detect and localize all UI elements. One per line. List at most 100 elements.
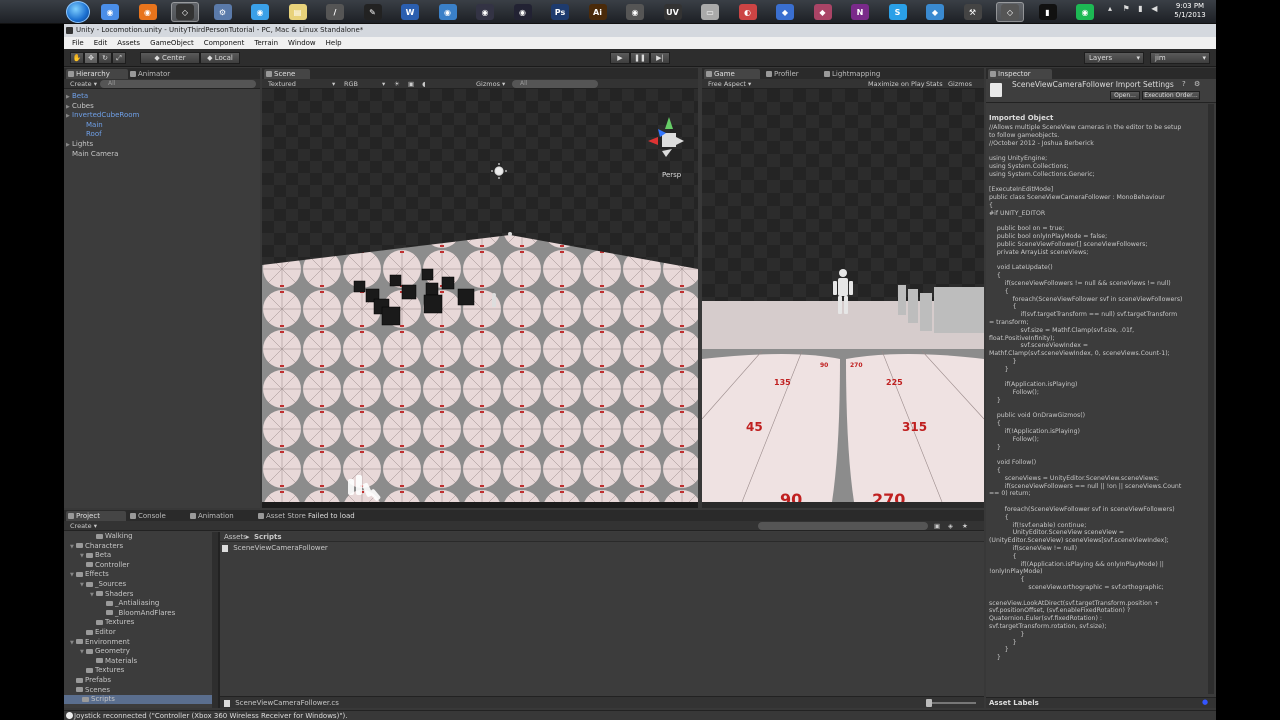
- hierarchy-item[interactable]: ▶ Beta: [66, 92, 88, 101]
- layout-dropdown[interactable]: jim ▾: [1150, 52, 1210, 64]
- rotate-tool-button[interactable]: ↻: [98, 52, 112, 64]
- spotify-icon[interactable]: ◉: [1071, 2, 1099, 22]
- start-button[interactable]: [66, 1, 90, 23]
- menu-edit[interactable]: Edit: [89, 37, 113, 49]
- project-folder-item[interactable]: ▼ _Sources: [80, 580, 126, 589]
- layers-dropdown[interactable]: Layers ▾: [1084, 52, 1144, 64]
- project-folder-item[interactable]: ▼ Characters: [70, 542, 123, 551]
- uv-icon[interactable]: UV: [659, 2, 687, 22]
- move-tool-button[interactable]: ✥: [84, 52, 98, 64]
- tab-lightmapping[interactable]: Lightmapping: [822, 69, 896, 79]
- image-toggle-icon[interactable]: ▣: [408, 79, 414, 89]
- lighting-toggle-icon[interactable]: ☀: [394, 79, 400, 89]
- pivot-center-button[interactable]: ◆ Center: [140, 52, 200, 64]
- render-mode-dropdown[interactable]: Textured ▾: [268, 79, 338, 89]
- monodevelop-icon[interactable]: ◉: [621, 2, 649, 22]
- photoshop-icon[interactable]: Ps: [546, 2, 574, 22]
- project-folder-item[interactable]: ▼ Environment: [70, 638, 130, 647]
- hierarchy-item[interactable]: ▶ Lights: [66, 140, 93, 149]
- project-folder-item[interactable]: Textures: [90, 618, 134, 627]
- step-button[interactable]: ▶|: [650, 52, 670, 64]
- system-tray[interactable]: ▴ ⚑ ▮ ◀: [1108, 4, 1168, 20]
- open-button[interactable]: Open...: [1110, 91, 1140, 100]
- menu-component[interactable]: Component: [199, 37, 250, 49]
- filter-type-icon[interactable]: ▣: [934, 521, 940, 531]
- stats-toggle[interactable]: Stats: [926, 79, 943, 89]
- color-mode-dropdown[interactable]: RGB ▾: [344, 79, 390, 89]
- purple-icon[interactable]: ◆: [809, 2, 837, 22]
- pivot-local-button[interactable]: ◆ Local: [200, 52, 240, 64]
- favorite-icon[interactable]: ★: [962, 521, 968, 531]
- unity-2-icon[interactable]: ◇: [996, 2, 1024, 22]
- hierarchy-item[interactable]: Roof: [80, 130, 102, 139]
- folder-icon[interactable]: ▤: [284, 2, 312, 22]
- hierarchy-item[interactable]: Main: [80, 121, 103, 130]
- help-icon[interactable]: ?: [1182, 80, 1186, 88]
- aspect-dropdown[interactable]: Free Aspect ▾: [708, 79, 751, 89]
- project-search-input[interactable]: [758, 522, 928, 530]
- volume-icon[interactable]: ◀: [1151, 4, 1157, 13]
- menu-help[interactable]: Help: [321, 37, 347, 49]
- taskbar-clock[interactable]: 9:03 PM 5/1/2013: [1168, 2, 1212, 20]
- tray-arrow-icon[interactable]: ▴: [1108, 4, 1112, 13]
- maximize-on-play-toggle[interactable]: Maximize on Play: [868, 79, 925, 89]
- menu-terrain[interactable]: Terrain: [249, 37, 283, 49]
- project-folder-item[interactable]: Editor: [80, 628, 116, 637]
- label-icon[interactable]: ●: [1202, 698, 1208, 706]
- tab-profiler[interactable]: Profiler: [764, 69, 822, 79]
- hierarchy-item[interactable]: Main Camera: [66, 150, 118, 159]
- breadcrumb-scripts[interactable]: Scripts: [254, 532, 282, 542]
- hierarchy-search-input[interactable]: All: [100, 80, 256, 88]
- hand-tool-button[interactable]: ✋: [70, 52, 84, 64]
- status-bar[interactable]: Joystick reconnected ("Controller (Xbox …: [64, 710, 1216, 720]
- cmd-icon[interactable]: ▮: [1034, 2, 1062, 22]
- project-folder-item[interactable]: Textures: [80, 666, 124, 675]
- tab-project[interactable]: Project: [66, 511, 126, 521]
- slider-handle[interactable]: [926, 699, 932, 707]
- project-folder-item[interactable]: ▼ Beta: [80, 551, 111, 560]
- hammer-icon[interactable]: ⚒: [959, 2, 987, 22]
- tab-animator[interactable]: Animator: [128, 69, 188, 79]
- hierarchy-item[interactable]: ▶ Cubes: [66, 102, 94, 111]
- breadcrumb-assets[interactable]: Assets: [224, 532, 247, 542]
- project-folder-item[interactable]: Materials: [90, 657, 137, 666]
- steam-icon[interactable]: ◉: [471, 2, 499, 22]
- messenger-icon[interactable]: ◉: [246, 2, 274, 22]
- tab-asset-store[interactable]: Asset Store: [256, 511, 312, 521]
- gizmos-dropdown[interactable]: Gizmos ▾: [476, 79, 505, 89]
- audio-toggle-icon[interactable]: ◖: [422, 79, 425, 89]
- project-folder-item[interactable]: _BloomAndFlares: [100, 609, 175, 618]
- window-titlebar[interactable]: Unity - Locomotion.unity - UnityThirdPer…: [64, 24, 1216, 37]
- toolbox-icon[interactable]: ▭: [696, 2, 724, 22]
- tab-console[interactable]: Console: [128, 511, 186, 521]
- filter-label-icon[interactable]: ◈: [948, 521, 953, 531]
- tab-scene[interactable]: Scene: [264, 69, 310, 79]
- tab-animation[interactable]: Animation: [188, 511, 254, 521]
- project-folder-item[interactable]: ▼ Geometry: [80, 647, 130, 656]
- inkscape-icon[interactable]: ✎: [359, 2, 387, 22]
- game-gizmos-toggle[interactable]: Gizmos: [948, 79, 972, 89]
- skype-icon[interactable]: S: [884, 2, 912, 22]
- tab-hierarchy[interactable]: Hierarchy: [66, 69, 128, 79]
- project-folder-item[interactable]: Controller: [80, 561, 129, 570]
- menu-window[interactable]: Window: [283, 37, 321, 49]
- mixer-icon[interactable]: ◐: [734, 2, 762, 22]
- network-icon[interactable]: ▮: [1138, 4, 1142, 13]
- pause-button[interactable]: ❚❚: [630, 52, 650, 64]
- settings-icon[interactable]: ⚙: [209, 2, 237, 22]
- chrome-icon[interactable]: ◉: [96, 2, 124, 22]
- asset-list-item[interactable]: SceneViewCameraFollower: [222, 544, 622, 553]
- play-button[interactable]: ▶: [610, 52, 630, 64]
- tab-inspector[interactable]: Inspector: [988, 69, 1052, 79]
- audacity-icon[interactable]: ◉: [509, 2, 537, 22]
- hierarchy-item[interactable]: ▶ InvertedCubeRoom: [66, 111, 139, 120]
- scale-tool-button[interactable]: ⤢: [112, 52, 126, 64]
- project-divider[interactable]: [218, 532, 220, 708]
- create-dropdown[interactable]: Create ▾: [70, 79, 97, 89]
- project-folder-item[interactable]: _Antialiasing: [100, 599, 159, 608]
- project-folder-item[interactable]: Scripts: [64, 695, 212, 705]
- icon-size-slider[interactable]: [926, 699, 976, 707]
- project-folder-item[interactable]: Scenes: [70, 686, 110, 695]
- pen-icon[interactable]: /: [321, 2, 349, 22]
- inspector-scrollbar[interactable]: [1208, 104, 1214, 694]
